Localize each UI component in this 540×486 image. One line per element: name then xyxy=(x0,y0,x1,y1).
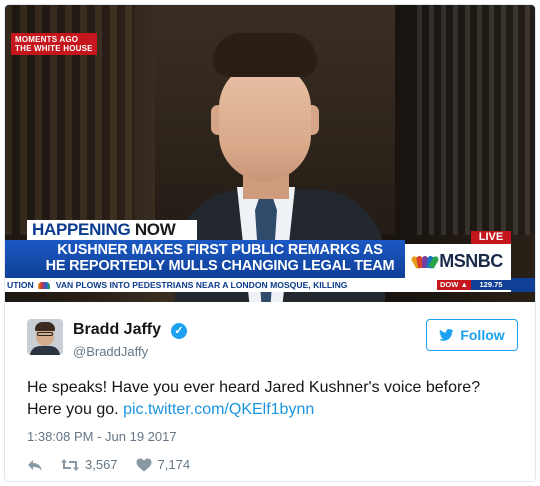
author-name[interactable]: Bradd Jaffy xyxy=(73,321,161,339)
ticker-index-value: 129.75 xyxy=(471,280,511,290)
ticker-index-label: DOW ▲ xyxy=(437,280,471,290)
live-badge: LIVE xyxy=(471,231,511,244)
reply-action[interactable] xyxy=(27,458,43,472)
ticker-peacock-icon xyxy=(37,281,50,289)
headline-line-1: KUSHNER MAKES FIRST PUBLIC REMARKS AS xyxy=(57,242,383,258)
speaker-hair xyxy=(213,33,317,77)
tweet-timestamp[interactable]: 1:38:08 PM - Jun 19 2017 xyxy=(27,429,177,444)
tweet-text-line-2: Here you go. pic.twitter.com/QKElf1bynn xyxy=(27,399,517,421)
reply-icon xyxy=(28,459,42,471)
embedded-tweet-card: MOMENTS AGO THE WHITE HOUSE HAPPENING NO… xyxy=(4,4,536,482)
peacock-icon xyxy=(410,254,440,269)
tweet-media-link[interactable]: pic.twitter.com/QKElf1bynn xyxy=(123,401,314,418)
verified-badge-icon: ✓ xyxy=(171,323,187,339)
happening-now-banner: HAPPENING NOW xyxy=(27,220,197,240)
retweet-icon xyxy=(61,458,79,471)
like-action[interactable]: 7,174 xyxy=(136,457,191,472)
background-curtain-right xyxy=(417,5,535,235)
ticker-lead: UTION xyxy=(7,280,34,290)
retweet-count: 3,567 xyxy=(85,457,118,472)
heart-icon xyxy=(136,458,152,471)
corner-location-tag: MOMENTS AGO THE WHITE HOUSE xyxy=(11,33,97,55)
like-count: 7,174 xyxy=(157,457,191,472)
banner-label-accent: NOW xyxy=(134,220,176,239)
retweet-action[interactable]: 3,567 xyxy=(61,457,118,472)
headline-line-2: HE REPORTEDLY MULLS CHANGING LEGAL TEAM xyxy=(45,258,395,274)
tweet-actions: 3,567 7,174 xyxy=(27,457,208,472)
tweet-text-prefix: Here you go. xyxy=(27,401,124,418)
follow-button[interactable]: Follow xyxy=(426,319,518,351)
avatar[interactable] xyxy=(27,319,63,355)
chyron-headline: KUSHNER MAKES FIRST PUBLIC REMARKS AS HE… xyxy=(35,242,405,274)
follow-label: Follow xyxy=(460,327,505,343)
banner-label: HAPPENING xyxy=(32,220,131,239)
corner-tag-line-2: THE WHITE HOUSE xyxy=(15,44,93,53)
twitter-bird-icon xyxy=(439,329,454,341)
tweet-text: He speaks! Have you ever heard Jared Kus… xyxy=(27,377,517,421)
network-name: MSNBC xyxy=(439,250,503,271)
tweet-media-video[interactable]: MOMENTS AGO THE WHITE HOUSE HAPPENING NO… xyxy=(5,5,535,302)
author-handle[interactable]: @BraddJaffy xyxy=(73,344,148,359)
ticker-end-cap xyxy=(511,278,535,292)
speaker-face xyxy=(219,63,311,181)
network-logo: MSNBC xyxy=(405,244,511,278)
ticker-text: VAN PLOWS INTO PEDESTRIANS NEAR A LONDON… xyxy=(55,280,348,290)
corner-tag-line-1: MOMENTS AGO xyxy=(15,35,79,44)
tweet-text-line-1: He speaks! Have you ever heard Jared Kus… xyxy=(27,379,481,396)
